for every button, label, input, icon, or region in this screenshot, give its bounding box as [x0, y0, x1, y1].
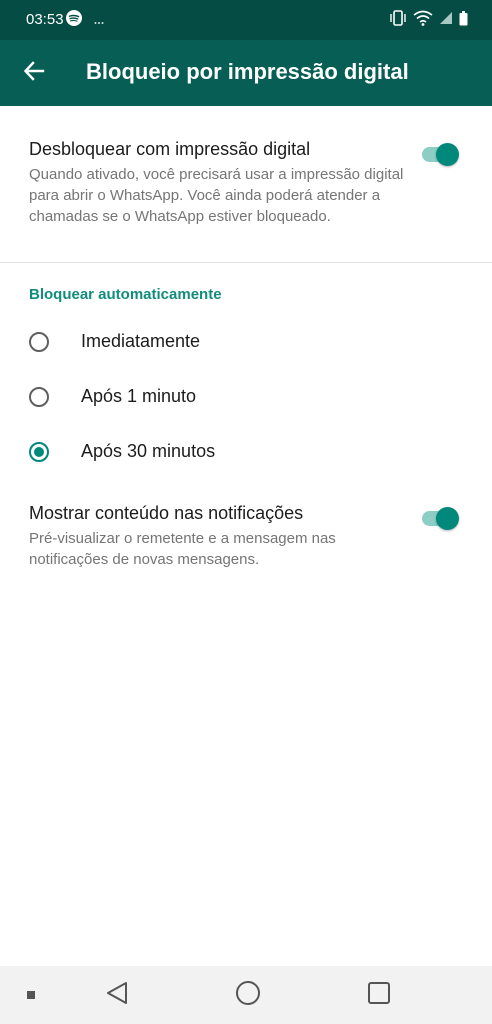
back-triangle-icon [105, 981, 129, 1010]
show-content-setting[interactable]: Mostrar conteúdo nas notificações Pré-vi… [0, 490, 492, 580]
status-left-icons [66, 10, 104, 31]
home-circle-icon [235, 980, 261, 1011]
show-content-description: Pré-visualizar o remetente e a mensagem … [29, 530, 336, 568]
status-right-icons [389, 10, 468, 31]
vibrate-icon [389, 10, 407, 31]
divider [0, 262, 492, 263]
radio-label: Imediatamente [81, 331, 201, 351]
wifi-icon [413, 10, 433, 31]
nav-home-button[interactable] [233, 980, 263, 1010]
radio-option-immediately[interactable]: Imediatamente [0, 322, 492, 366]
app-bar: Bloqueio por impressão digital [0, 40, 492, 106]
battery-icon [459, 10, 468, 31]
toggle-thumb [436, 507, 459, 530]
recents-square-icon [367, 981, 391, 1010]
status-time: 03:53 [26, 11, 64, 28]
radio-dot [34, 447, 44, 457]
back-button[interactable] [18, 57, 50, 89]
show-content-toggle[interactable] [420, 504, 460, 534]
fingerprint-unlock-title: Desbloquear com impressão digital [29, 139, 311, 159]
navigation-bar [0, 966, 492, 1024]
radio-option-1-minute[interactable]: Após 1 minuto [0, 377, 492, 421]
radio-label: Após 1 minuto [81, 386, 197, 406]
radio-option-30-minutes[interactable]: Após 30 minutos [0, 432, 492, 476]
spotify-icon [66, 10, 82, 31]
radio-button[interactable] [29, 387, 49, 407]
menu-dot-button[interactable] [16, 980, 46, 1010]
radio-button-selected[interactable] [29, 442, 49, 462]
signal-icon [439, 11, 453, 30]
fingerprint-unlock-toggle[interactable] [420, 140, 460, 170]
menu-dot-icon [27, 986, 35, 1004]
more-notifications-icon [94, 12, 104, 30]
toggle-thumb [436, 143, 459, 166]
auto-lock-header: Bloquear automaticamente [29, 286, 222, 303]
nav-back-button[interactable] [102, 980, 132, 1010]
arrow-back-icon [23, 60, 45, 87]
screen: 03:53 Bloqueio por impressão digital Des… [0, 0, 492, 1024]
status-bar: 03:53 [0, 0, 492, 40]
nav-recents-button[interactable] [364, 980, 394, 1010]
page-title: Bloqueio por impressão digital [86, 59, 409, 84]
fingerprint-unlock-description: Quando ativado, você precisará usar a im… [29, 166, 404, 225]
fingerprint-unlock-setting[interactable]: Desbloquear com impressão digital Quando… [0, 106, 492, 262]
radio-label: Após 30 minutos [81, 441, 216, 461]
radio-button[interactable] [29, 332, 49, 352]
show-content-title: Mostrar conteúdo nas notificações [29, 503, 304, 523]
